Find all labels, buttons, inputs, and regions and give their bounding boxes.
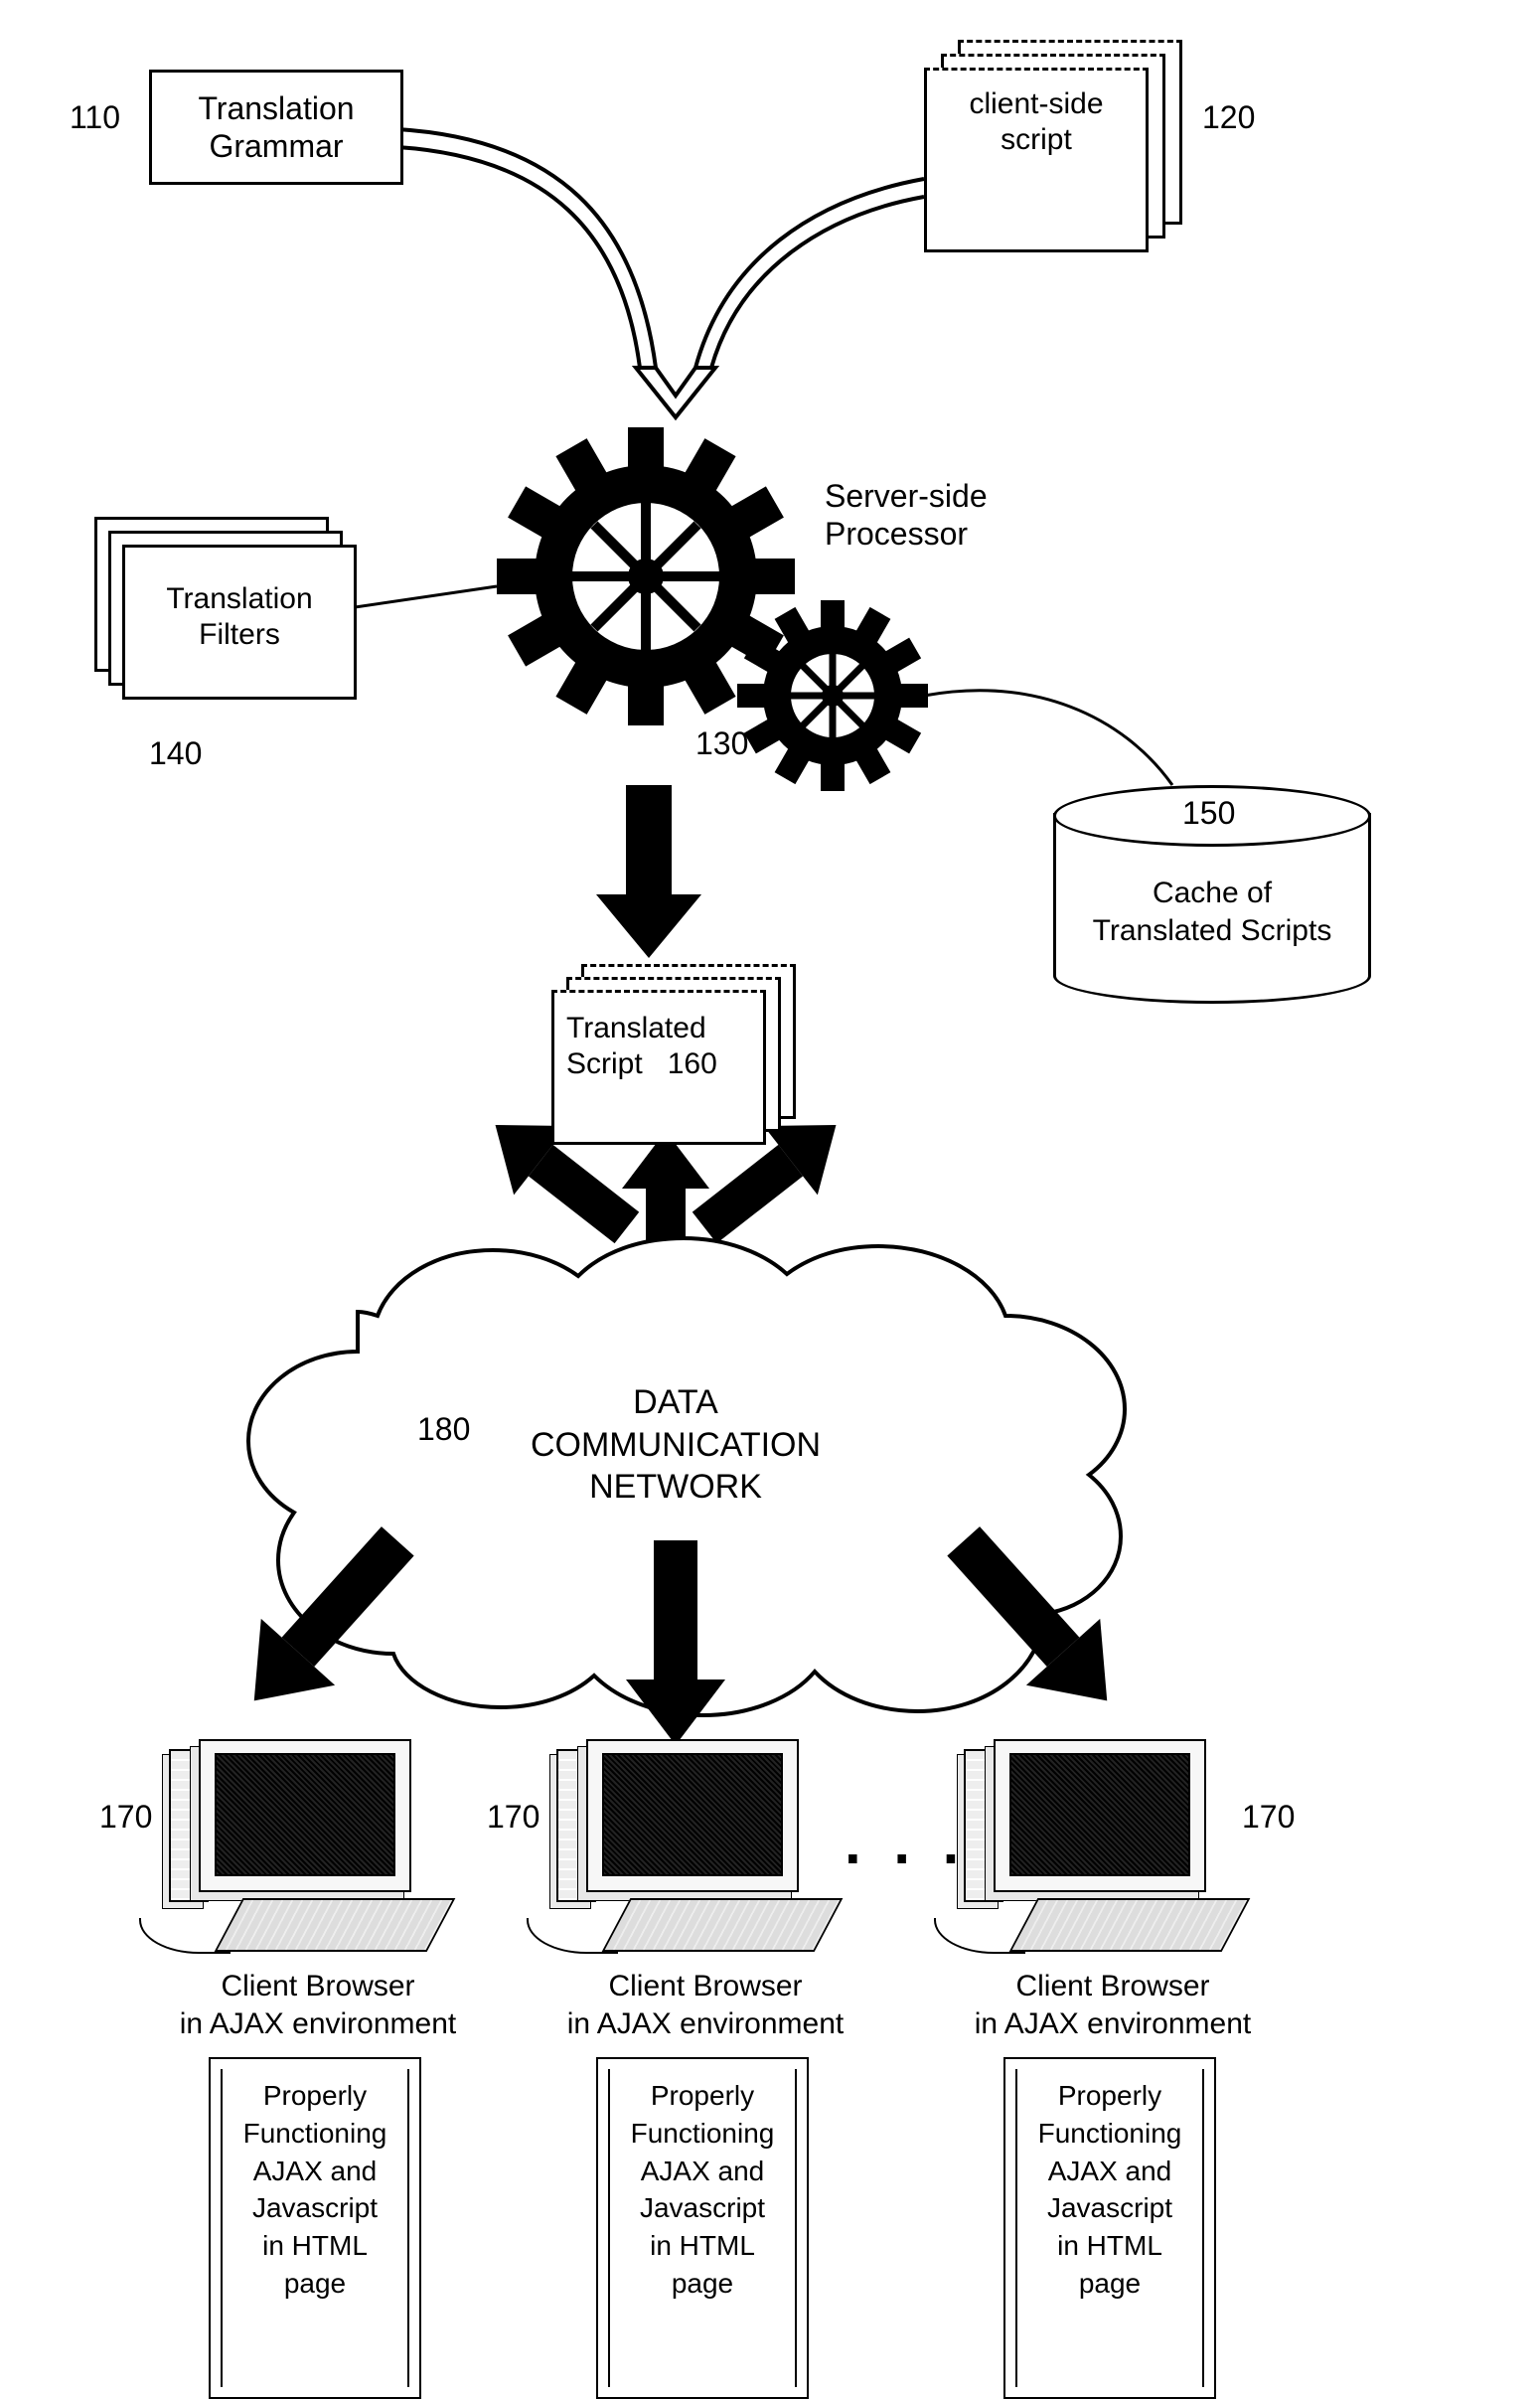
client-page-text-2: ProperlyFunctioningAJAX andJavascriptin … bbox=[620, 2077, 785, 2303]
ref-170-a: 170 bbox=[99, 1799, 152, 1836]
network-cloud: DATACOMMUNICATIONNETWORK bbox=[298, 1292, 1053, 1590]
network-label: DATACOMMUNICATIONNETWORK bbox=[531, 1383, 821, 1506]
ref-140: 140 bbox=[149, 735, 202, 772]
ref-130: 130 bbox=[695, 725, 748, 762]
translation-grammar-box: TranslationGrammar bbox=[149, 70, 403, 185]
client-page-2: ProperlyFunctioningAJAX andJavascriptin … bbox=[596, 2057, 809, 2399]
client-page-1: ProperlyFunctioningAJAX andJavascriptin … bbox=[209, 2057, 421, 2399]
client-side-script-stack: client-sidescript bbox=[924, 40, 1182, 248]
translation-filters-label: TranslationFilters bbox=[125, 581, 354, 653]
ref-150: 150 bbox=[1182, 795, 1235, 832]
translation-filters-stack: TranslationFilters bbox=[94, 517, 363, 735]
translation-grammar-label: TranslationGrammar bbox=[198, 89, 354, 166]
clients-ellipsis: . . . bbox=[845, 1809, 967, 1877]
client-caption-1: Client Browserin AJAX environment bbox=[159, 1968, 477, 2042]
client-caption-2: Client Browserin AJAX environment bbox=[546, 1968, 864, 2042]
translated-script-stack: TranslatedScript 160 bbox=[551, 964, 810, 1173]
diagram-canvas: TranslationGrammar 110 client-sidescript… bbox=[0, 0, 1540, 2215]
client-side-script-label: client-sidescript bbox=[927, 86, 1146, 158]
ref-120: 120 bbox=[1202, 99, 1255, 136]
ref-170-b: 170 bbox=[487, 1799, 539, 1836]
cache-label: Cache ofTranslated Scripts bbox=[1093, 875, 1332, 949]
ref-160: 160 bbox=[668, 1047, 717, 1080]
ref-180: 180 bbox=[417, 1411, 470, 1448]
client-page-3: ProperlyFunctioningAJAX andJavascriptin … bbox=[1003, 2057, 1216, 2399]
ref-110: 110 bbox=[70, 99, 120, 136]
server-processor-label: Server-sideProcessor bbox=[825, 477, 1043, 554]
client-caption-3: Client Browserin AJAX environment bbox=[954, 1968, 1272, 2042]
client-page-text-1: ProperlyFunctioningAJAX andJavascriptin … bbox=[232, 2077, 397, 2303]
client-page-text-3: ProperlyFunctioningAJAX andJavascriptin … bbox=[1027, 2077, 1192, 2303]
ref-170-c: 170 bbox=[1242, 1799, 1295, 1836]
